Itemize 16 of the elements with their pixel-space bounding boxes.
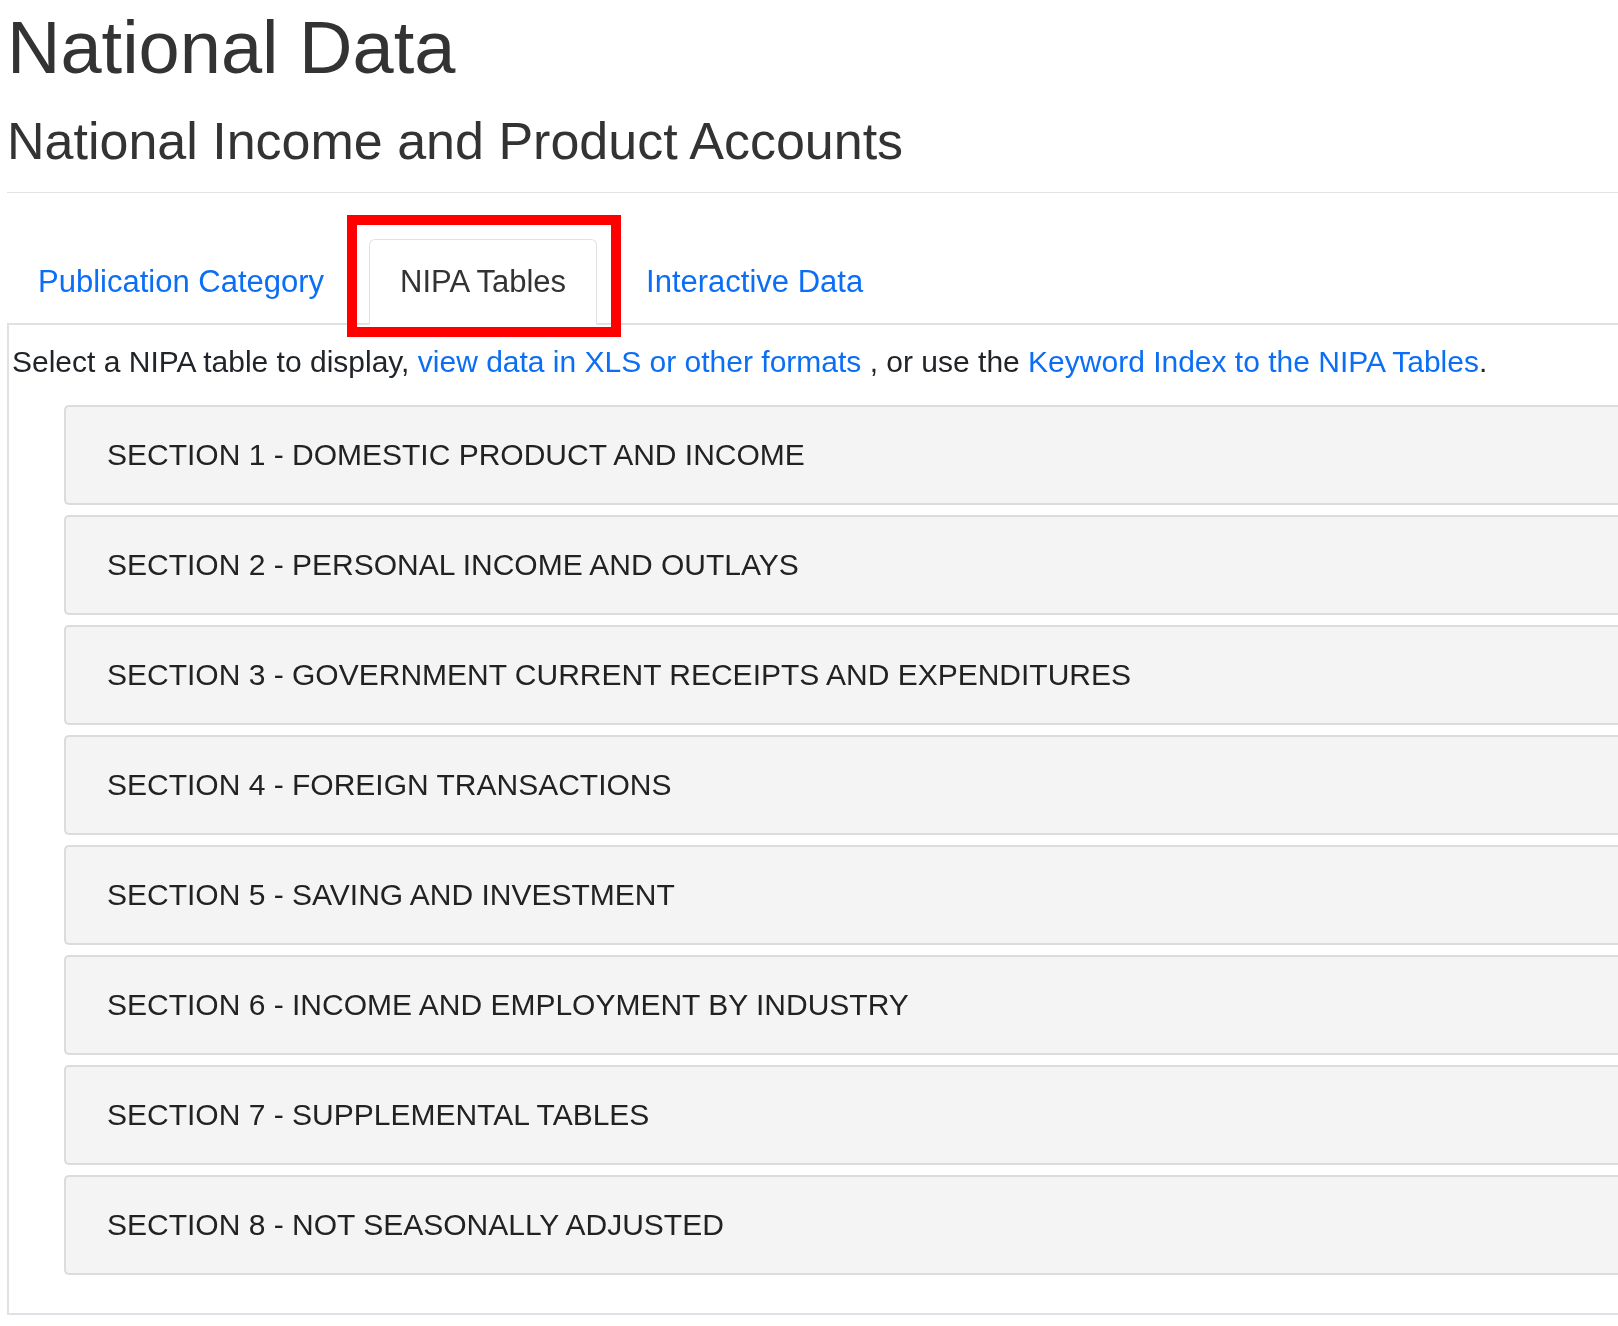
section-header[interactable]: SECTION 7 - SUPPLEMENTAL TABLES xyxy=(64,1065,1618,1165)
section-header[interactable]: SECTION 5 - SAVING AND INVESTMENT xyxy=(64,845,1618,945)
tab[interactable]: NIPA Tables xyxy=(369,239,598,325)
tab[interactable]: Publication Category xyxy=(7,239,356,325)
section-header[interactable]: SECTION 2 - PERSONAL INCOME AND OUTLAYS xyxy=(64,515,1618,615)
intro-text: Select a NIPA table to display, view data in XLS or other formats , or use the Keyword Index to the NIPA Tables. xyxy=(12,345,1489,379)
section-header[interactable]: SECTION 8 - NOT SEASONALLY ADJUSTED xyxy=(64,1175,1618,1275)
tab[interactable]: Interactive Data xyxy=(615,239,895,325)
section-header[interactable]: SECTION 4 - FOREIGN TRANSACTIONS xyxy=(64,735,1618,835)
section-header[interactable]: SECTION 1 - DOMESTIC PRODUCT AND INCOME xyxy=(64,405,1618,505)
link[interactable]: view data in XLS or other formats xyxy=(417,345,862,378)
section-header[interactable]: SECTION 6 - INCOME AND EMPLOYMENT BY INDUSTRY xyxy=(64,955,1618,1055)
page-subtitle: National Income and Product Accounts xyxy=(7,102,1618,193)
link[interactable]: Keyword Index to the NIPA Tables xyxy=(1028,345,1479,378)
section-header[interactable]: SECTION 3 - GOVERNMENT CURRENT RECEIPTS AND EXPENDITURES xyxy=(64,625,1618,725)
page-title: National Data xyxy=(7,5,457,91)
